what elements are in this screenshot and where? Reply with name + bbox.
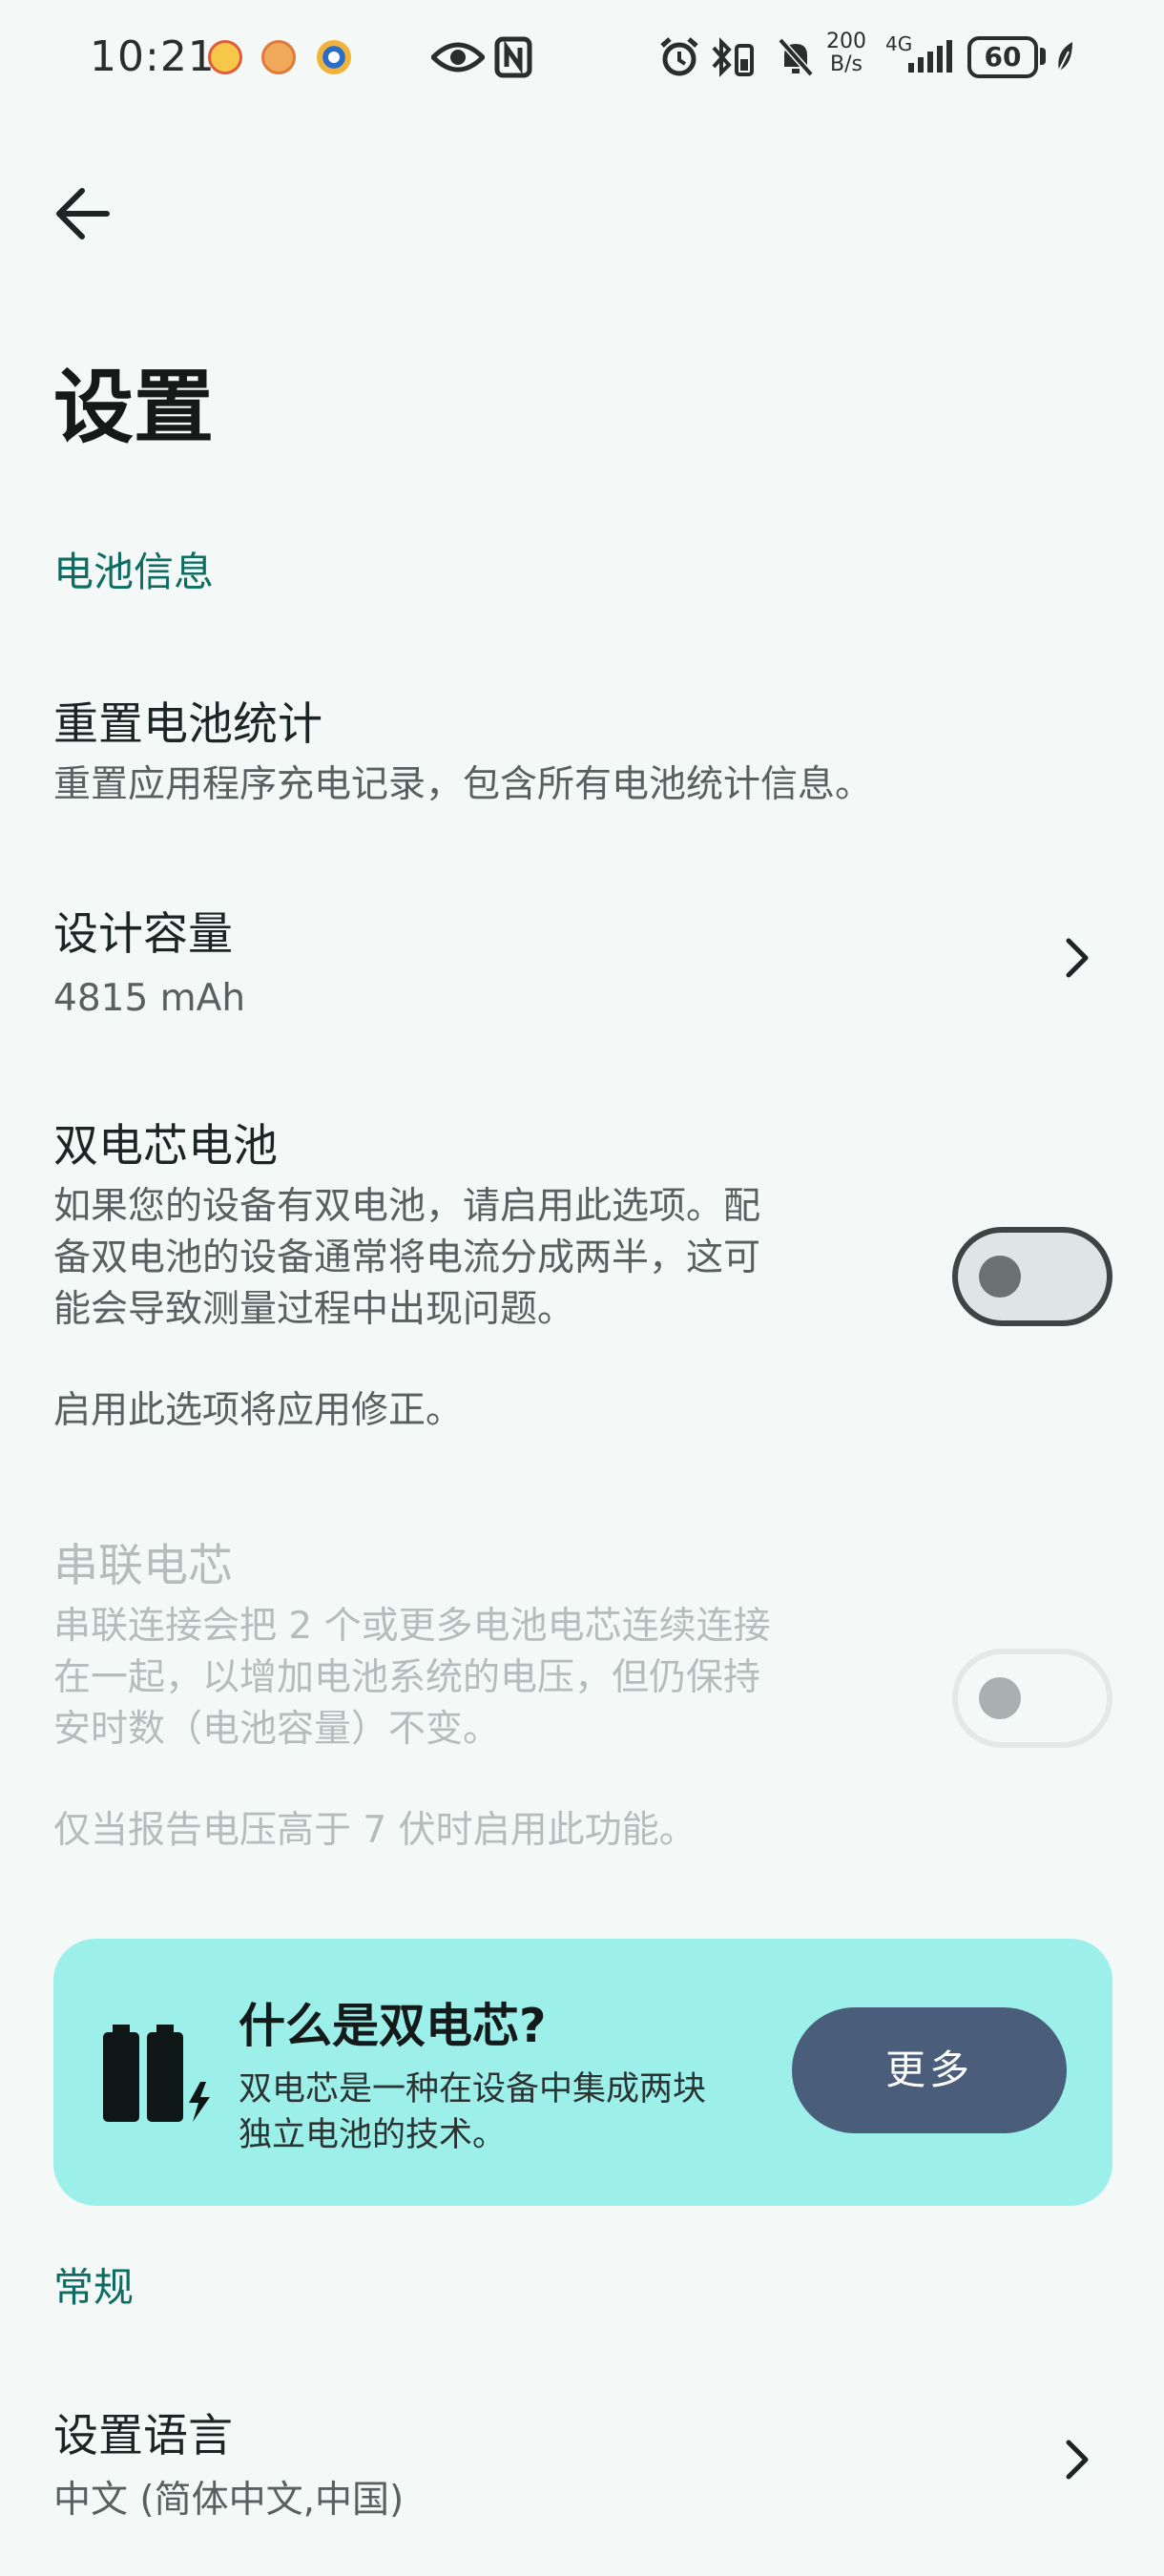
dual-cell-desc-line3: 能会导致测量过程中出现问题。: [53, 1288, 575, 1331]
info-card-title: 什么是双电芯?: [239, 1999, 547, 2053]
chevron-right-icon: [1066, 2440, 1089, 2480]
net-speed: 200 B/s: [826, 30, 866, 76]
toggle-knob: [979, 1677, 1021, 1719]
toggle-knob: [979, 1256, 1021, 1298]
eye-icon: [431, 29, 485, 86]
battery-tip: [1040, 48, 1046, 65]
dual-cell-desc-line1: 如果您的设备有双电池，请启用此选项。配: [53, 1185, 761, 1228]
chevron-right-icon: [1066, 938, 1089, 978]
reset-battery-stats-desc: 重置应用程序充电记录，包含所有电池统计信息。: [53, 763, 873, 806]
dual-cell-desc-line2: 备双电池的设备通常将电流分成两半，这可: [53, 1236, 761, 1279]
status-bar: 10:21 200 B/s 4G 60: [0, 0, 1164, 114]
series-cell-title: 串联电芯: [53, 1540, 233, 1592]
dual-cell-battery-item: 双电芯电池 如果您的设备有双电池，请启用此选项。配 备双电池的设备通常将电流分成…: [0, 1090, 1164, 1471]
nfc-icon: [494, 29, 532, 86]
signal-icon: [906, 29, 954, 86]
dual-cell-note: 启用此选项将应用修正。: [53, 1389, 464, 1432]
qq-notification-icon: [208, 40, 242, 74]
leaf-icon: [1053, 29, 1076, 86]
dual-battery-icon: [103, 2025, 210, 2122]
series-cell-desc-line3: 安时数（电池容量）不变。: [53, 1708, 501, 1751]
section-battery-info: 电池信息: [53, 549, 215, 595]
dual-cell-toggle[interactable]: [952, 1227, 1112, 1326]
reset-battery-stats-item[interactable]: 重置电池统计 重置应用程序充电记录，包含所有电池统计信息。: [0, 668, 1164, 840]
alarm-icon: [658, 29, 700, 86]
series-cell-desc-line1: 串联连接会把 2 个或更多电池电芯连续连接: [53, 1605, 771, 1648]
dual-cell-title: 双电芯电池: [53, 1120, 278, 1173]
battery-level: 60: [967, 36, 1038, 78]
info-card-desc: 双电芯是一种在设备中集成两块 独立电池的技术。: [239, 2067, 773, 2158]
dual-cell-info-card: 什么是双电芯? 双电芯是一种在设备中集成两块 独立电池的技术。 更多: [53, 1939, 1112, 2206]
design-capacity-value: 4815 mAh: [53, 977, 246, 1020]
bluetooth-battery-icon: [710, 29, 758, 86]
design-capacity-title: 设计容量: [53, 908, 233, 961]
app-notification-icon: [261, 40, 296, 74]
status-time: 10:21: [90, 32, 216, 81]
set-language-item[interactable]: 设置语言 中文 (简体中文,中国): [0, 2379, 1164, 2551]
mute-icon: [777, 29, 815, 86]
info-card-desc-line1: 双电芯是一种在设备中集成两块: [239, 2070, 707, 2109]
series-cell-toggle[interactable]: [952, 1649, 1112, 1748]
design-capacity-item[interactable]: 设计容量 4815 mAh: [0, 878, 1164, 1049]
info-card-desc-line2: 独立电池的技术。: [239, 2116, 507, 2154]
more-button[interactable]: 更多: [792, 2007, 1067, 2133]
set-language-value: 中文 (简体中文,中国): [53, 2479, 405, 2522]
series-cell-desc-line2: 在一起，以增加电池系统的电压，但仍保持: [53, 1656, 761, 1699]
arrow-left-icon: [56, 188, 110, 239]
page-title: 设置: [53, 361, 215, 454]
app-notification-icon: [317, 40, 351, 74]
series-cell-item: 串联电芯 串联连接会把 2 个或更多电池电芯连续连接 在一起，以增加电池系统的电…: [0, 1509, 1164, 1891]
back-button[interactable]: [50, 179, 118, 248]
section-general: 常规: [53, 2264, 135, 2311]
set-language-title: 设置语言: [53, 2410, 233, 2462]
series-cell-note: 仅当报告电压高于 7 伏时启用此功能。: [53, 1809, 696, 1852]
reset-battery-stats-title: 重置电池统计: [53, 698, 322, 751]
